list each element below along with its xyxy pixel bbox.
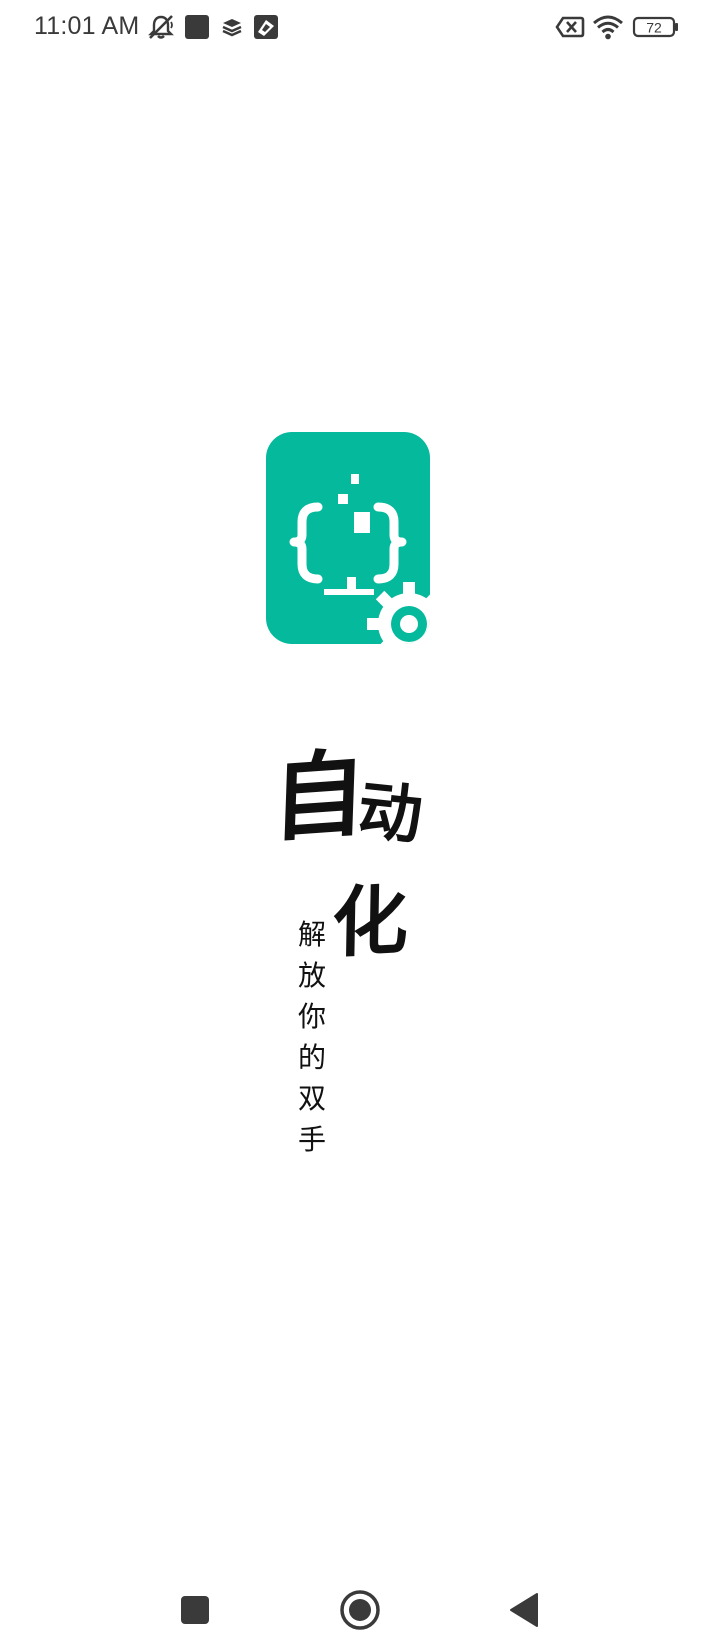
- status-time: 11:01 AM: [34, 12, 140, 40]
- battery-level-text: 72: [646, 20, 662, 36]
- navigation-bar: [0, 1570, 720, 1650]
- status-bar: 11:01 AM 72: [0, 0, 720, 56]
- title-char-hua: 化: [331, 874, 409, 969]
- circle-home-icon: [340, 1590, 380, 1630]
- app-square-icon: [185, 15, 209, 39]
- layers-icon: [222, 19, 242, 37]
- notifications-muted-icon: [148, 15, 174, 39]
- wifi-icon: [593, 15, 623, 40]
- robot-monitor-gear-icon: [266, 432, 430, 644]
- nav-app-icon: [254, 15, 278, 39]
- triangle-back-icon: [510, 1593, 538, 1627]
- title-char-dong: 动: [354, 772, 426, 855]
- tagline: 解放你的双手: [297, 918, 326, 1156]
- recents-button[interactable]: [167, 1582, 223, 1638]
- title-char-zi: 自: [270, 738, 368, 856]
- home-button[interactable]: [332, 1582, 388, 1638]
- back-button[interactable]: [496, 1582, 552, 1638]
- square-recents-icon: [181, 1596, 209, 1624]
- battery-icon: 72: [632, 16, 678, 38]
- data-off-icon: [555, 16, 585, 38]
